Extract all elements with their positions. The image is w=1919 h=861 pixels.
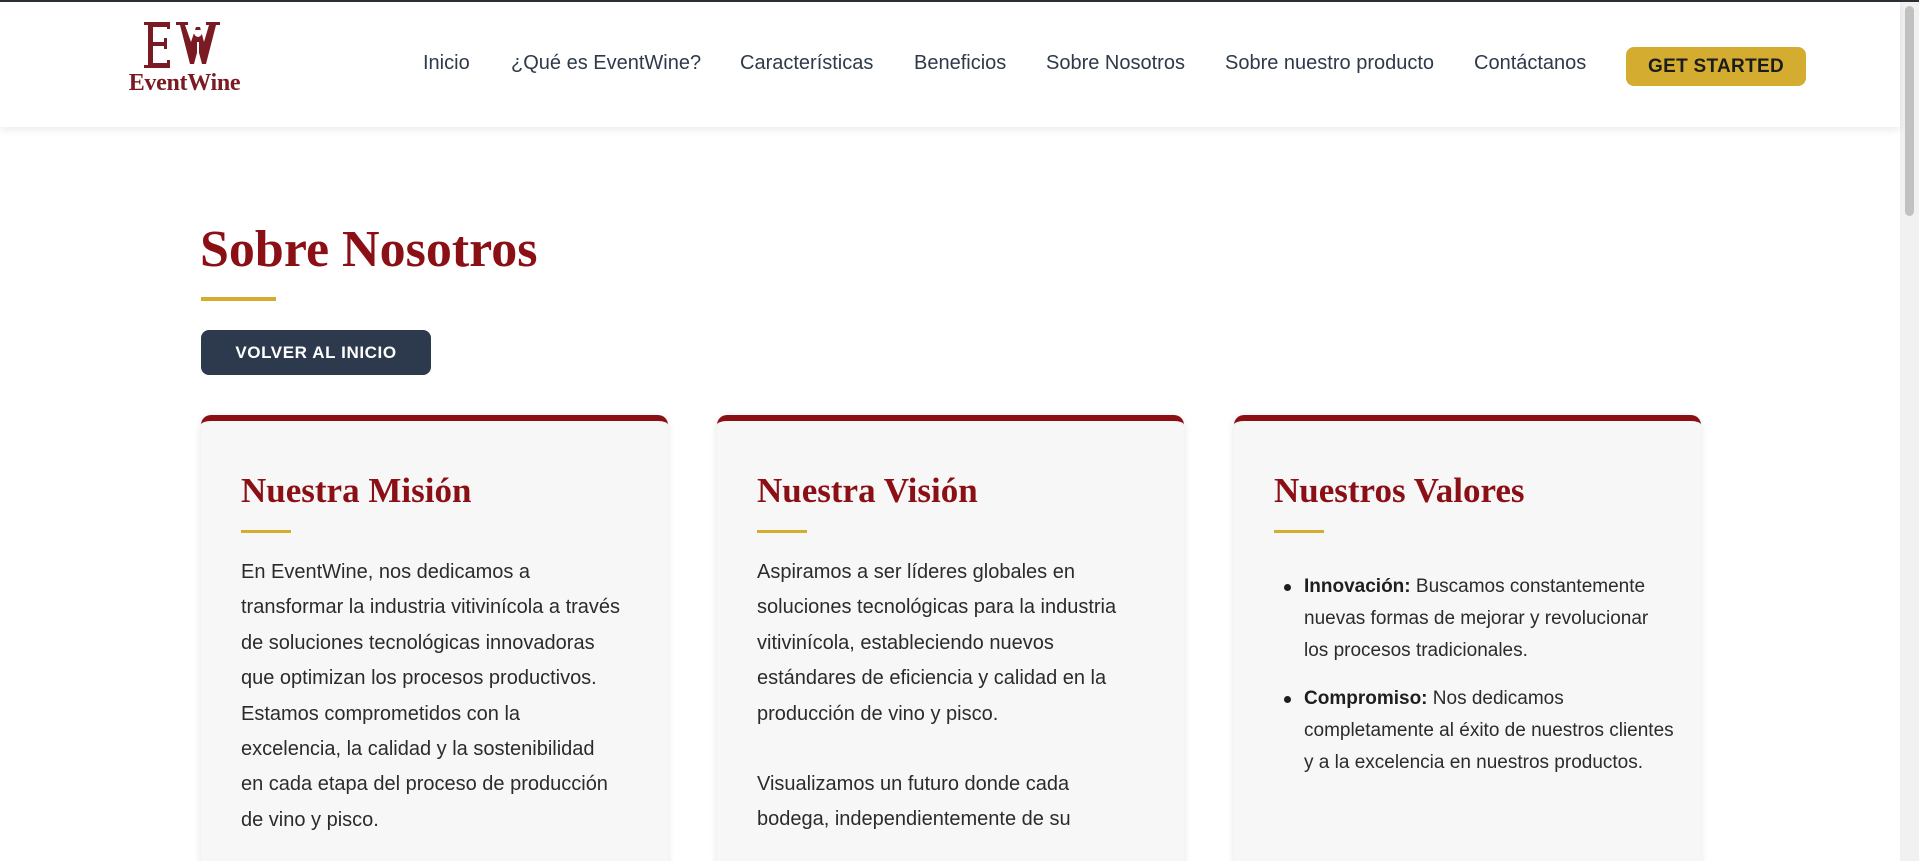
values-card: Nuestros Valores Innovación: Buscamos co… bbox=[1234, 415, 1701, 861]
list-item: Innovación: Buscamos constantemente nuev… bbox=[1274, 571, 1674, 667]
page-scrollbar[interactable] bbox=[1900, 2, 1919, 861]
nav-item-sobre-producto[interactable]: Sobre nuestro producto bbox=[1225, 52, 1434, 75]
mission-card: Nuestra Misión En EventWine, nos dedicam… bbox=[201, 415, 668, 861]
mission-text: En EventWine, nos dedicamos a transforma… bbox=[241, 555, 621, 838]
vision-underline bbox=[757, 530, 807, 533]
nav-item-que-es-eventwine[interactable]: ¿Qué es EventWine? bbox=[511, 52, 701, 75]
page-title: Sobre Nosotros bbox=[200, 221, 538, 278]
back-to-home-button[interactable]: VOLVER AL INICIO bbox=[201, 330, 431, 375]
vision-title: Nuestra Visión bbox=[757, 471, 978, 510]
scrollbar-thumb[interactable] bbox=[1905, 6, 1914, 216]
vision-text: Aspiramos a ser líderes globales en solu… bbox=[757, 555, 1137, 838]
values-title: Nuestros Valores bbox=[1274, 471, 1525, 510]
value-term: Compromiso: bbox=[1304, 688, 1428, 709]
title-underline bbox=[201, 297, 276, 301]
get-started-button[interactable]: GET STARTED bbox=[1626, 47, 1806, 86]
value-term: Innovación: bbox=[1304, 576, 1411, 597]
nav-item-caracteristicas[interactable]: Características bbox=[740, 52, 873, 75]
mission-underline bbox=[241, 530, 291, 533]
site-header: EventWine Inicio ¿Qué es EventWine? Cara… bbox=[0, 2, 1900, 127]
nav-item-beneficios[interactable]: Beneficios bbox=[914, 52, 1006, 75]
mission-title: Nuestra Misión bbox=[241, 471, 472, 510]
nav-item-sobre-nosotros[interactable]: Sobre Nosotros bbox=[1046, 52, 1185, 75]
nav-item-contactanos[interactable]: Contáctanos bbox=[1474, 52, 1586, 75]
nav-item-inicio[interactable]: Inicio bbox=[423, 52, 470, 75]
vision-paragraph: Aspiramos a ser líderes globales en solu… bbox=[757, 561, 1117, 725]
values-underline bbox=[1274, 530, 1324, 533]
vision-paragraph: Visualizamos un futuro donde cada bodega… bbox=[757, 773, 1071, 831]
list-item: Compromiso: Nos dedicamos completamente … bbox=[1274, 683, 1674, 779]
vision-card: Nuestra Visión Aspiramos a ser líderes g… bbox=[717, 415, 1184, 861]
main-nav: Inicio ¿Qué es EventWine? Característica… bbox=[0, 2, 1900, 127]
mission-paragraph: En EventWine, nos dedicamos a transforma… bbox=[241, 561, 621, 831]
values-list: Innovación: Buscamos constantemente nuev… bbox=[1274, 571, 1674, 795]
